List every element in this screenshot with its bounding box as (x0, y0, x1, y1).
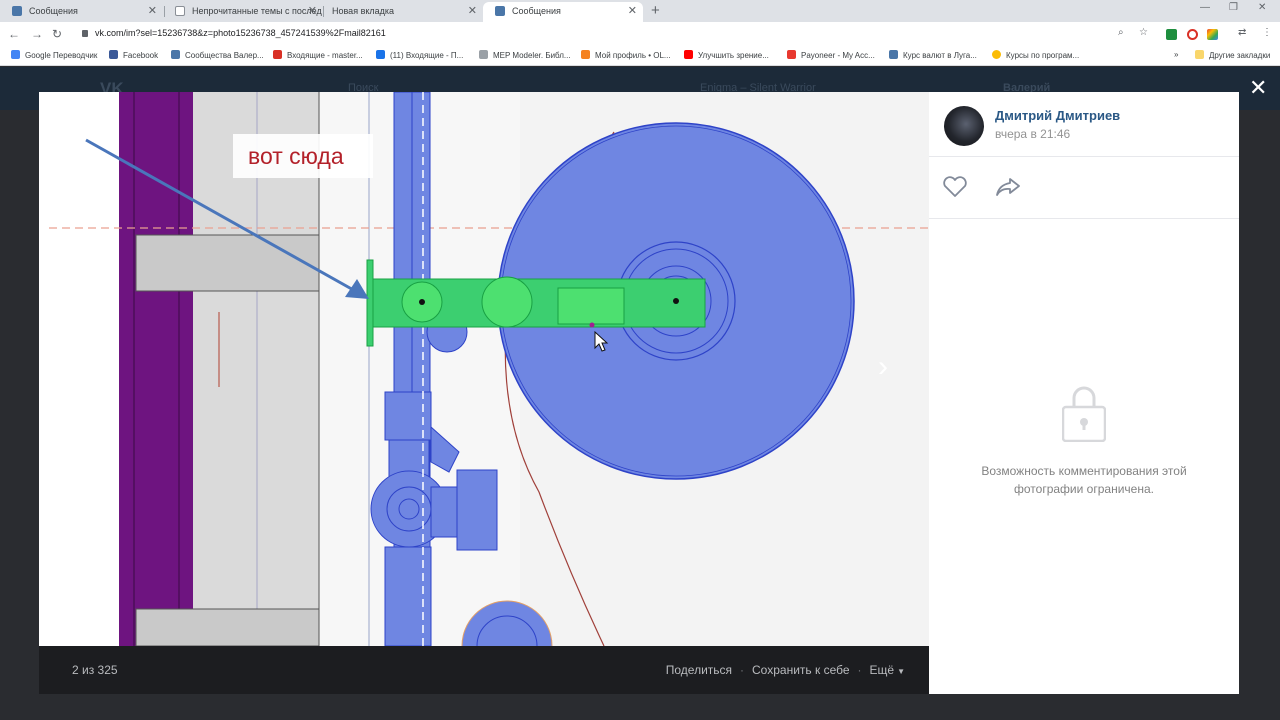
bookmark-item[interactable]: Payoneer - My Acc... (787, 50, 875, 60)
lock-icon (1062, 386, 1106, 442)
tab-messages-active[interactable]: Сообщения ✕ (483, 2, 643, 22)
photo-sidebar: Дмитрий Дмитриев вчера в 21:46 Возможнос… (929, 92, 1239, 694)
annotation-text: вот сюда (248, 143, 344, 169)
bookmark-item[interactable]: Улучшить зрение... (684, 50, 769, 60)
back-icon[interactable]: ← (8, 26, 20, 42)
post-date[interactable]: вчера в 21:46 (995, 127, 1070, 141)
divider (929, 218, 1239, 219)
bookmark-item[interactable]: Входящие - master... (273, 50, 363, 60)
photo-counter: 2 из 325 (72, 663, 118, 677)
more-link[interactable]: Ещё (870, 663, 895, 677)
mail-icon (376, 50, 385, 59)
bookmark-item[interactable]: Google Переводчик (11, 50, 97, 60)
tab-close-icon[interactable]: ✕ (308, 2, 317, 20)
reload-icon[interactable]: ↻ (52, 26, 62, 42)
facebook-icon (109, 50, 118, 59)
sync-icon[interactable]: ⇄ (1238, 27, 1246, 38)
separator-dot: · (740, 663, 745, 677)
chevron-down-icon: ▼ (897, 667, 905, 676)
folder-icon (1195, 50, 1204, 59)
search-icon[interactable]: ⌕ (1118, 27, 1124, 38)
browser-toolbar: ← → ↻ vk.com/im?sel=15236738&z=photo1523… (0, 22, 1280, 46)
share-arrow-icon[interactable] (995, 176, 1021, 198)
bookmark-item[interactable]: Мой профиль • OL... (581, 50, 671, 60)
previous-photo-icon[interactable]: ‹ (70, 355, 79, 386)
vk-favicon-icon (495, 6, 505, 16)
more-bookmarks-icon[interactable]: » (1174, 50, 1178, 59)
extension-icon[interactable] (1166, 29, 1177, 40)
bookmark-item[interactable]: Сообщества Валер... (171, 50, 264, 60)
tab-title: Новая вкладка (332, 6, 395, 16)
bookmark-item[interactable]: MEP Modeler. Библ... (479, 50, 571, 60)
tab-strip: Сообщения ✕ Непрочитанные темы с послед … (0, 0, 1280, 22)
forward-icon[interactable]: → (31, 26, 43, 42)
tab-close-icon[interactable]: ✕ (148, 2, 157, 20)
adblock-icon[interactable] (1187, 29, 1198, 40)
bookmark-star-icon[interactable]: ☆ (1139, 27, 1148, 38)
extension-icon[interactable] (1207, 29, 1218, 40)
ok-icon (581, 50, 590, 59)
divider (929, 156, 1239, 157)
avatar[interactable] (944, 106, 984, 146)
bookmarks-bar: Google Переводчик Facebook Сообщества Ва… (0, 46, 1280, 66)
next-photo-icon[interactable]: › (878, 350, 888, 384)
other-bookmarks[interactable]: Другие закладки (1195, 50, 1270, 60)
payoneer-icon (787, 50, 796, 59)
tab-new-tab[interactable]: Новая вкладка ✕ (323, 2, 483, 22)
vk-icon (889, 50, 898, 59)
tab-close-icon[interactable]: ✕ (468, 2, 477, 20)
comments-restricted-text: Возможность комментирования этой фотогра… (981, 464, 1187, 496)
minimize-icon[interactable]: — (1200, 2, 1210, 13)
bookmark-item[interactable]: (11) Входящие - П... (376, 50, 463, 60)
tab-title: Сообщения (29, 6, 78, 16)
google-translate-icon (11, 50, 20, 59)
address-bar[interactable]: vk.com/im?sel=15236738&z=photo15236738_4… (95, 28, 386, 38)
like-heart-icon[interactable] (942, 176, 968, 198)
menu-kebab-icon[interactable]: ⋮ (1262, 27, 1272, 38)
youtube-icon (684, 50, 693, 59)
tab-unread-topics[interactable]: Непрочитанные темы с послед ✕ (163, 2, 323, 22)
bookmark-item[interactable]: Курсы по програм... (992, 50, 1079, 60)
author-name[interactable]: Дмитрий Дмитриев (995, 108, 1120, 123)
page-favicon-icon (175, 6, 185, 16)
page-icon (479, 50, 488, 59)
new-tab-icon[interactable]: + (651, 2, 660, 20)
save-link[interactable]: Сохранить к себе (752, 663, 850, 677)
chrome-icon (992, 50, 1001, 59)
close-window-icon[interactable]: ✕ (1258, 2, 1266, 13)
gmail-icon (273, 50, 282, 59)
bookmark-item[interactable]: Курс валют в Луга... (889, 50, 977, 60)
tab-title: Сообщения (512, 6, 561, 16)
close-viewer-icon[interactable]: ✕ (1249, 76, 1267, 100)
photo-actions: Поделиться · Сохранить к себе · Ещё ▼ (666, 663, 905, 677)
photo[interactable]: вот сюда (39, 92, 929, 646)
bookmark-item[interactable]: Facebook (109, 50, 158, 60)
separator-dot: · (857, 663, 862, 677)
vk-favicon-icon (12, 6, 22, 16)
cad-drawing (39, 92, 929, 646)
vk-icon (171, 50, 180, 59)
restore-icon[interactable]: ❐ (1229, 2, 1238, 13)
tab-close-icon[interactable]: ✕ (628, 2, 637, 20)
lock-icon (82, 30, 88, 37)
tab-messages-1[interactable]: Сообщения ✕ (0, 2, 163, 22)
share-link[interactable]: Поделиться (666, 663, 732, 677)
tab-title: Непрочитанные темы с послед (192, 6, 322, 16)
photo-viewer: вот сюда 2 из 325 Поделиться · Сохранить к… (39, 92, 1239, 694)
photo-bottom-bar: 2 из 325 Поделиться · Сохранить к себе · Ещё… (39, 646, 929, 694)
